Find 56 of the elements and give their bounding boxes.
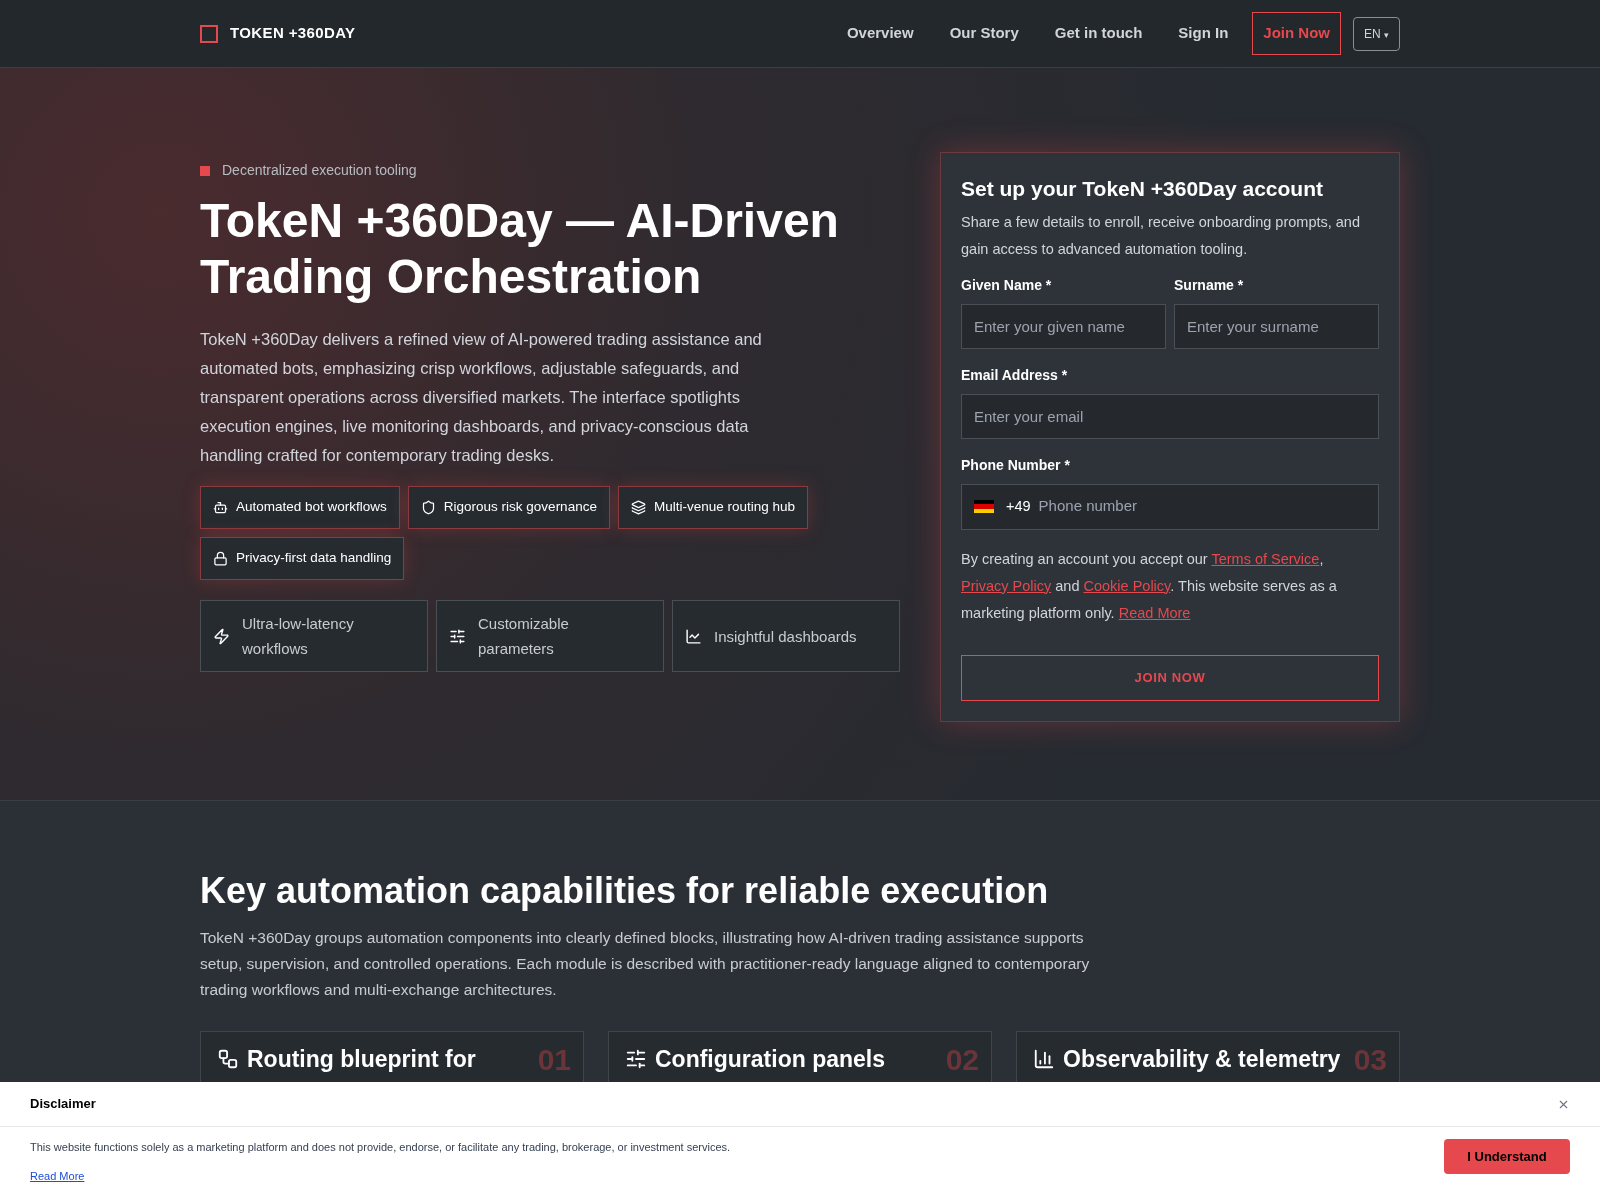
feature-tag: Rigorous risk governance — [407, 486, 610, 529]
form-subtitle: Share a few details to enroll, receive onboarding prompts, and gain access to advanced automation tooling. — [961, 212, 1361, 259]
lightning-icon — [213, 627, 230, 645]
eyebrow-text: Decentralized execution tooling — [222, 161, 417, 180]
hero-description: TokeN +360Day delivers a refined view of AI-powered trading assistance and automated bots, emphasizing crisp workflows, adjustable safeguards, and transparent operations across diversified markets. The interface spotlights execution engines, live monitoring dashboards, and privacy-conscious data handling crafted for contemporary trading desks. — [200, 329, 763, 466]
shield-icon — [420, 500, 436, 515]
nav-link[interactable]: Sign In — [1178, 22, 1229, 45]
sliders-icon — [449, 627, 466, 645]
field-label: Given Name * — [961, 275, 1053, 295]
nav-link[interactable]: Get in touch — [1054, 22, 1143, 45]
dial-code: +49 — [1006, 496, 1031, 516]
disclaimer-text: This website functions solely as a marketing platform and does not provide, endorse, or facilitate any trading, brokerage, or investment services. — [30, 1140, 731, 1155]
field-label: Phone Number * — [961, 455, 1071, 475]
input-field[interactable]: Enter your given name — [961, 303, 1166, 349]
feature-label: Ultra-low-latency workflows — [242, 614, 355, 659]
logo-icon — [200, 24, 218, 43]
nav-link[interactable]: Our Story — [949, 22, 1019, 45]
read-more-link[interactable]: Read More — [30, 1167, 731, 1184]
bar-chart-icon — [1033, 1048, 1055, 1070]
input-field[interactable]: Enter your surname — [1174, 303, 1379, 349]
disclaimer-title: Disclaimer — [30, 1095, 96, 1114]
feature-tag: Multi-venue routing hub — [617, 486, 808, 529]
robot-icon — [213, 500, 228, 515]
lock-icon — [213, 551, 228, 566]
phone-field[interactable]: +49 Phone number — [961, 483, 1379, 530]
input-field[interactable]: Enter your email — [961, 393, 1379, 439]
square-bullet-icon — [200, 165, 210, 176]
understand-button[interactable]: I Understand — [1444, 1139, 1570, 1174]
phone-input[interactable]: Phone number — [1038, 495, 1366, 518]
feature-tag: Automated bot workflows — [200, 486, 400, 529]
form-title: Set up your TokeN +360Day account — [961, 176, 1324, 202]
section-title: Key automation capabilities for reliable execution — [200, 869, 1050, 913]
field-label: Surname * — [1174, 275, 1245, 295]
layers-icon — [630, 500, 646, 515]
line-chart-icon — [685, 627, 702, 645]
join-now-button[interactable]: Join Now — [1252, 12, 1341, 55]
nodes-icon — [217, 1048, 239, 1070]
feature-label: Customizable parameters — [478, 614, 570, 659]
language-dropdown[interactable]: EN ▾ — [1353, 16, 1400, 51]
card-title: Configuration panels — [655, 1045, 885, 1074]
card-number: 03 — [1353, 1042, 1387, 1078]
feature-label: Insightful dashboards — [714, 626, 858, 647]
card-number: 02 — [945, 1042, 979, 1078]
hero-title: TokeN +360Day — AI-Driven Trading Orchestration — [200, 193, 840, 305]
logo-text[interactable]: TOKEN +360DAY — [230, 22, 356, 45]
card-number: 01 — [537, 1042, 571, 1078]
caret-icon: ▾ — [1384, 29, 1389, 40]
nav-link[interactable]: Overview — [846, 22, 914, 45]
sliders-icon — [625, 1048, 647, 1070]
consent-text: By creating an account you accept our Terms of Service, Privacy Policy and Cookie Policy. This website serves as a marketing platform only. Read More — [961, 549, 1338, 623]
card-title: Routing blueprint for — [247, 1045, 476, 1074]
german-flag-icon — [974, 500, 994, 513]
field-label: Email Address * — [961, 365, 1069, 385]
section-description: TokeN +360Day groups automation components into clearly defined blocks, illustrating how AI-driven trading assistance supports setup, supervision, and controlled operations. Each module is described with practitioner-ready language aligned to contemporary trading workflows and multi-exchange architectures. — [200, 928, 1091, 1000]
feature-tag: Privacy-first data handling — [200, 537, 405, 580]
card-title: Observability & telemetry — [1063, 1045, 1341, 1074]
